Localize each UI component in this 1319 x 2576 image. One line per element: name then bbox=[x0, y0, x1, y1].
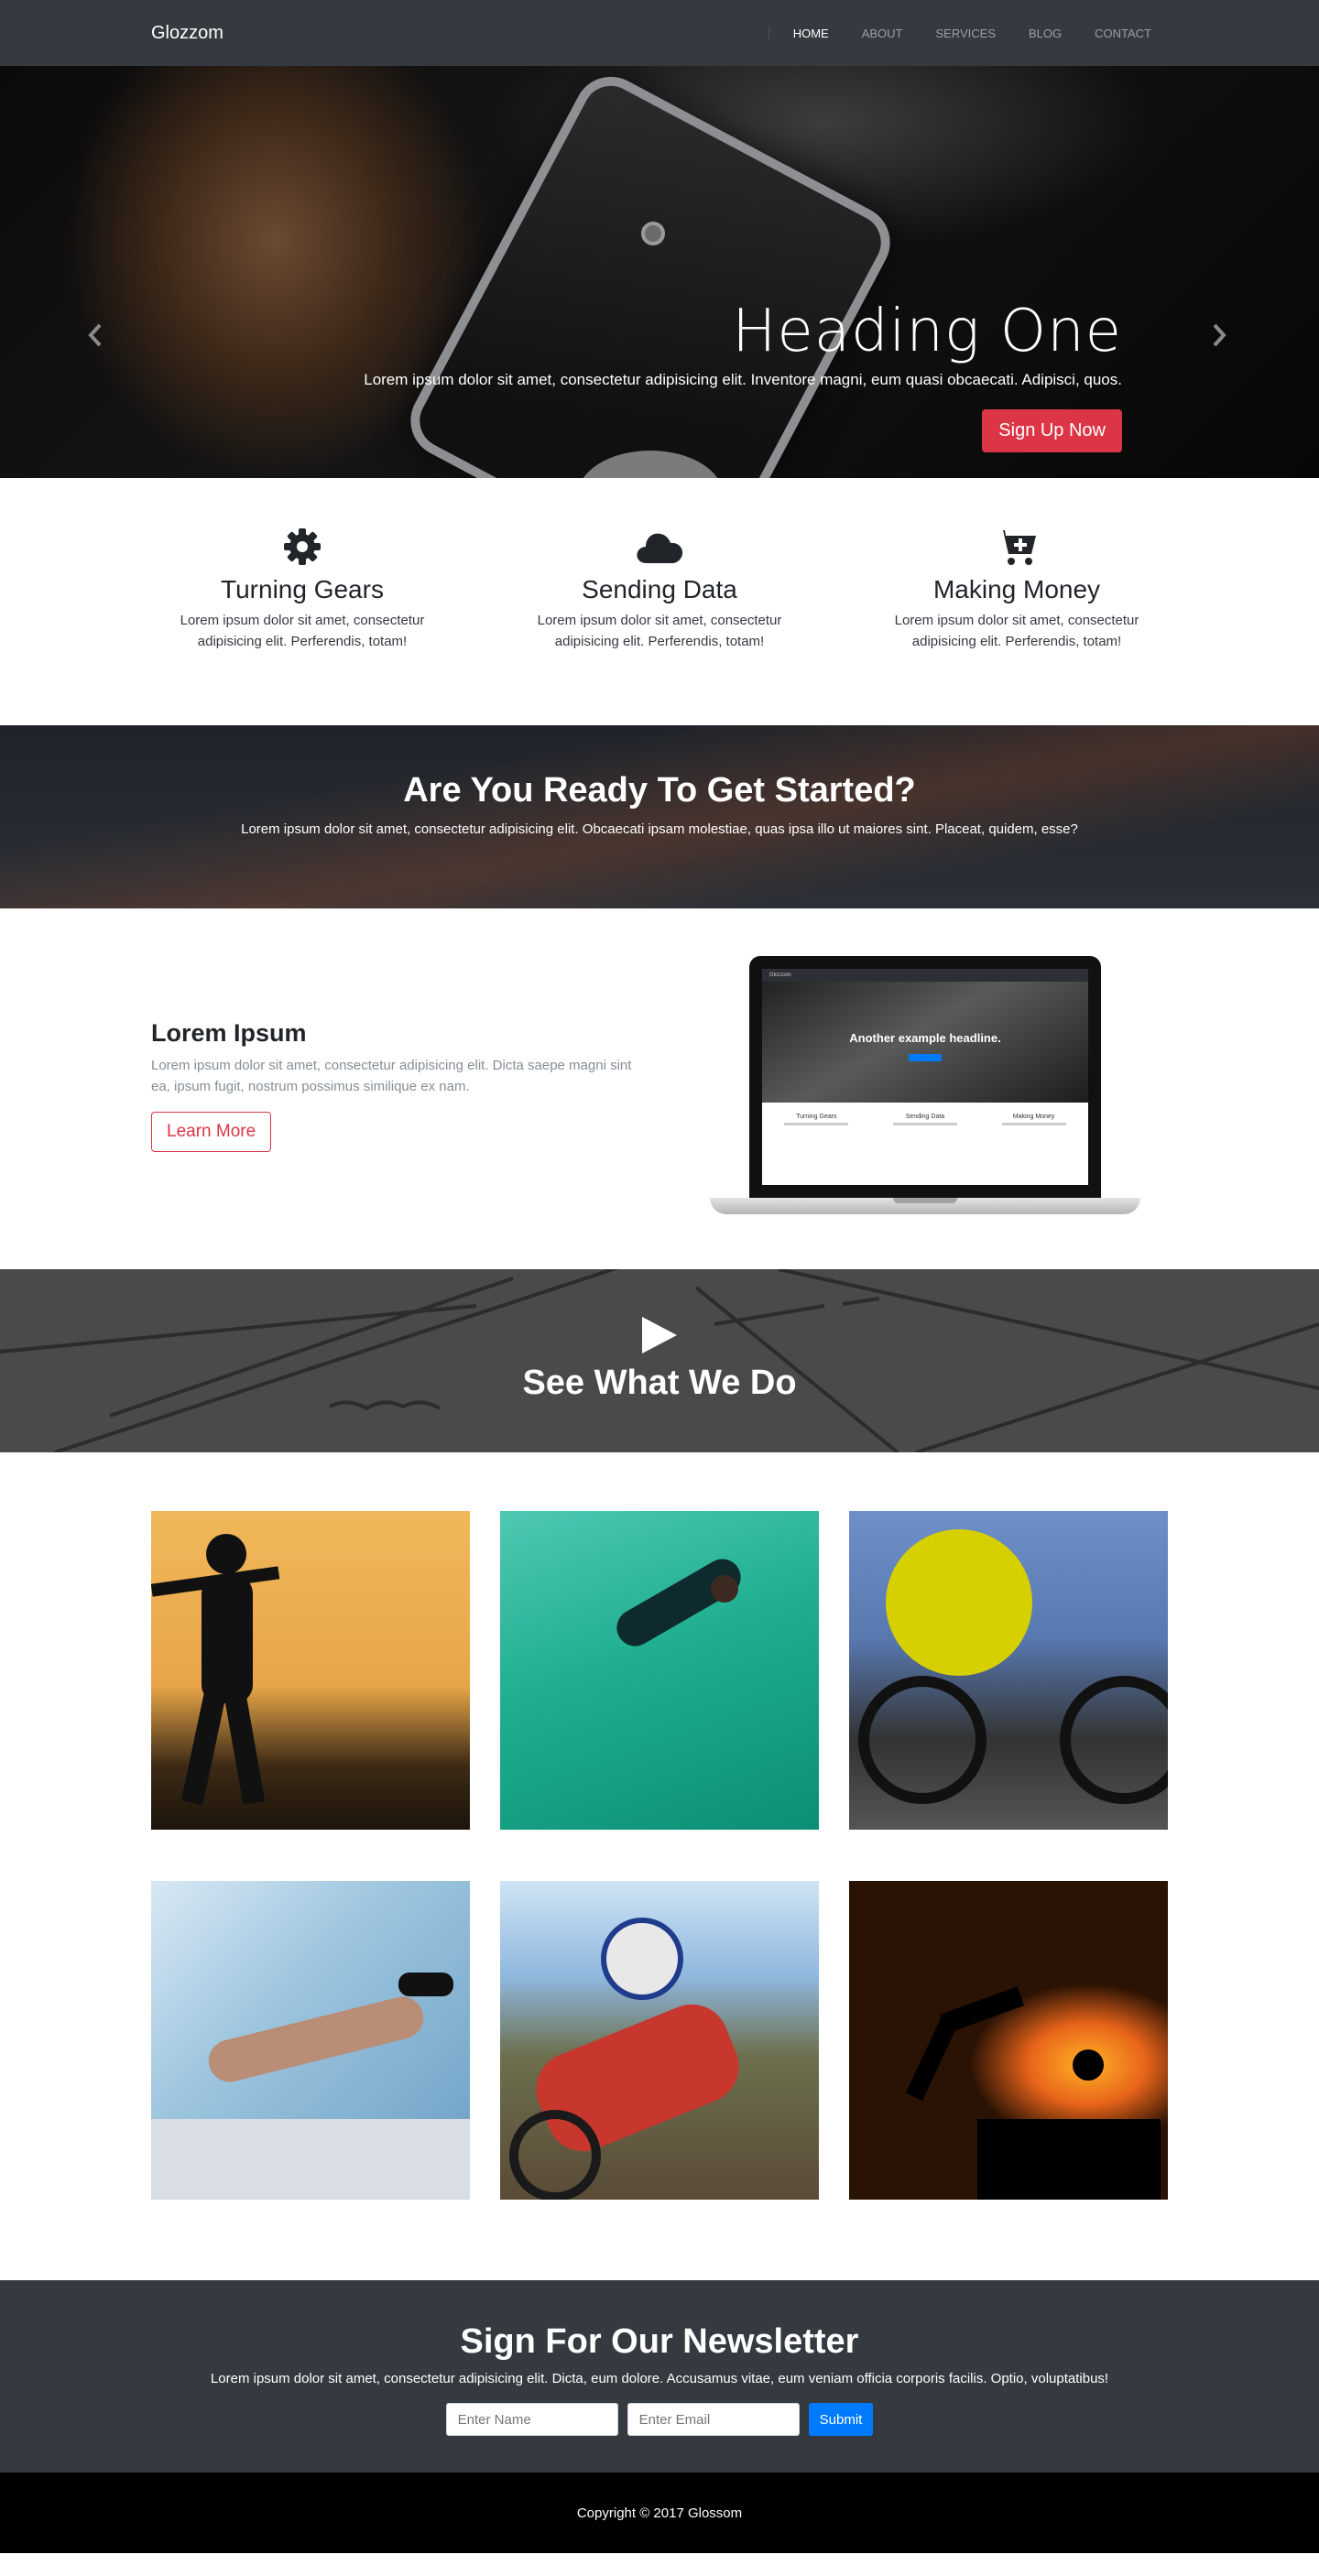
gallery-grid bbox=[151, 1511, 1168, 2200]
nav-link-blog[interactable]: Blog bbox=[1012, 27, 1078, 40]
submit-button[interactable]: Submit bbox=[808, 2403, 874, 2436]
cta-text: Lorem ipsum dolor sit amet, consectetur … bbox=[241, 821, 1078, 837]
feature-making-money: Making Money Lorem ipsum dolor sit amet,… bbox=[866, 524, 1168, 652]
feature-title: Turning Gears bbox=[221, 575, 384, 603]
video-title: See What We Do bbox=[522, 1364, 797, 1402]
feature-title: Sending Data bbox=[582, 575, 737, 603]
hero-camera-detail bbox=[641, 222, 665, 245]
laptop-headline: Another example headline. bbox=[849, 1031, 1001, 1045]
feature-title: Making Money bbox=[932, 575, 1101, 603]
brand-logo[interactable]: Glozzom bbox=[151, 23, 223, 44]
video-section: See What We Do bbox=[0, 1269, 1319, 1452]
hero-text: Lorem ipsum dolor sit amet, consectetur … bbox=[364, 371, 1122, 389]
feature-sending-data: Sending Data Lorem ipsum dolor sit amet,… bbox=[508, 524, 811, 652]
learn-more-button[interactable]: Learn More bbox=[151, 1111, 272, 1152]
gallery-section bbox=[0, 1452, 1319, 2280]
feature-text: Lorem ipsum dolor sit amet, consectetur … bbox=[537, 613, 782, 649]
cta-title: Are You Ready To Get Started? bbox=[403, 771, 916, 810]
laptop-brand: Glozzom bbox=[769, 973, 791, 978]
nav-links: Home About Services Blog Contact bbox=[768, 26, 1168, 40]
navbar: Glozzom Home About Services Blog Contact bbox=[0, 0, 1319, 66]
chevron-right-icon[interactable] bbox=[1211, 322, 1227, 354]
laptop-screen: Glozzom Another example headline. Turnin… bbox=[749, 956, 1101, 1198]
newsletter-text: Lorem ipsum dolor sit amet, consectetur … bbox=[210, 2371, 1109, 2386]
gear-icon bbox=[151, 524, 453, 570]
laptop-text-line bbox=[1001, 1123, 1066, 1125]
laptop-feature: Turning Gears bbox=[775, 1114, 857, 1125]
cart-plus-icon bbox=[866, 524, 1168, 570]
laptop-feature: Sending Data bbox=[884, 1114, 966, 1125]
hero-carousel: Heading One Lorem ipsum dolor sit amet, … bbox=[0, 66, 1319, 478]
laptop-navbar: Glozzom bbox=[762, 969, 1088, 982]
get-started-section: Are You Ready To Get Started? Lorem ipsu… bbox=[0, 725, 1319, 908]
laptop-base bbox=[710, 1198, 1140, 1214]
play-icon[interactable] bbox=[640, 1315, 679, 1360]
newsletter-title: Sign For Our Newsletter bbox=[460, 2322, 859, 2361]
name-input[interactable] bbox=[445, 2403, 618, 2436]
gallery-image-baseball-batter[interactable] bbox=[151, 1511, 470, 1830]
gallery-image-swimmer[interactable] bbox=[151, 1881, 470, 2200]
laptop-mockup: Glozzom Another example headline. Turnin… bbox=[710, 956, 1140, 1214]
features-section: Turning Gears Lorem ipsum dolor sit amet… bbox=[0, 478, 1319, 725]
laptop-hero: Another example headline. bbox=[762, 982, 1088, 1103]
gallery-image-motocross-rider[interactable] bbox=[500, 1881, 819, 2200]
gallery-image-cyclist[interactable] bbox=[849, 1511, 1168, 1830]
footer: Copyright © 2017 Glossom bbox=[0, 2473, 1319, 2553]
hero-title: Heading One bbox=[732, 298, 1122, 365]
newsletter-section: Sign For Our Newsletter Lorem ipsum dolo… bbox=[0, 2280, 1319, 2473]
feature-text: Lorem ipsum dolor sit amet, consectetur … bbox=[180, 613, 425, 649]
laptop-notch bbox=[893, 1198, 957, 1203]
about-content: Lorem Ipsum Lorem ipsum dolor sit amet, … bbox=[151, 1019, 646, 1152]
laptop-display: Glozzom Another example headline. Turnin… bbox=[762, 969, 1088, 1185]
laptop-feature-title: Making Money bbox=[1012, 1114, 1055, 1120]
copyright-text: Copyright © 2017 Glossom bbox=[576, 2505, 743, 2521]
laptop-text-line bbox=[892, 1123, 957, 1125]
laptop-text-line bbox=[784, 1123, 849, 1125]
sign-up-button[interactable]: Sign Up Now bbox=[982, 409, 1122, 453]
about-title: Lorem Ipsum bbox=[151, 1018, 307, 1047]
email-input[interactable] bbox=[627, 2403, 800, 2436]
nav-link-about[interactable]: About bbox=[845, 27, 920, 40]
nav-link-services[interactable]: Services bbox=[919, 27, 1012, 40]
gallery-image-bodyboarder[interactable] bbox=[500, 1511, 819, 1830]
laptop-feature-title: Sending Data bbox=[905, 1114, 945, 1120]
feature-turning-gears: Turning Gears Lorem ipsum dolor sit amet… bbox=[151, 524, 453, 652]
laptop-feature-title: Turning Gears bbox=[796, 1114, 837, 1120]
nav-link-contact[interactable]: Contact bbox=[1078, 27, 1168, 40]
about-text: Lorem ipsum dolor sit amet, consectetur … bbox=[151, 1057, 632, 1094]
chevron-left-icon[interactable] bbox=[87, 322, 104, 354]
laptop-button bbox=[909, 1054, 942, 1061]
about-section: Lorem Ipsum Lorem ipsum dolor sit amet, … bbox=[0, 908, 1319, 1269]
gallery-image-sunset-kick[interactable] bbox=[849, 1881, 1168, 2200]
laptop-features: Turning Gears Sending Data Making Money bbox=[762, 1103, 1088, 1125]
sketch-lines-decoration bbox=[0, 1269, 1319, 1452]
laptop-feature: Making Money bbox=[993, 1114, 1075, 1125]
cloud-icon bbox=[508, 524, 811, 570]
nav-link-home[interactable]: Home bbox=[777, 27, 845, 40]
feature-text: Lorem ipsum dolor sit amet, consectetur … bbox=[894, 613, 1139, 649]
hero-caption: Heading One Lorem ipsum dolor sit amet, … bbox=[243, 298, 1122, 453]
newsletter-form: Submit bbox=[0, 2403, 1319, 2436]
